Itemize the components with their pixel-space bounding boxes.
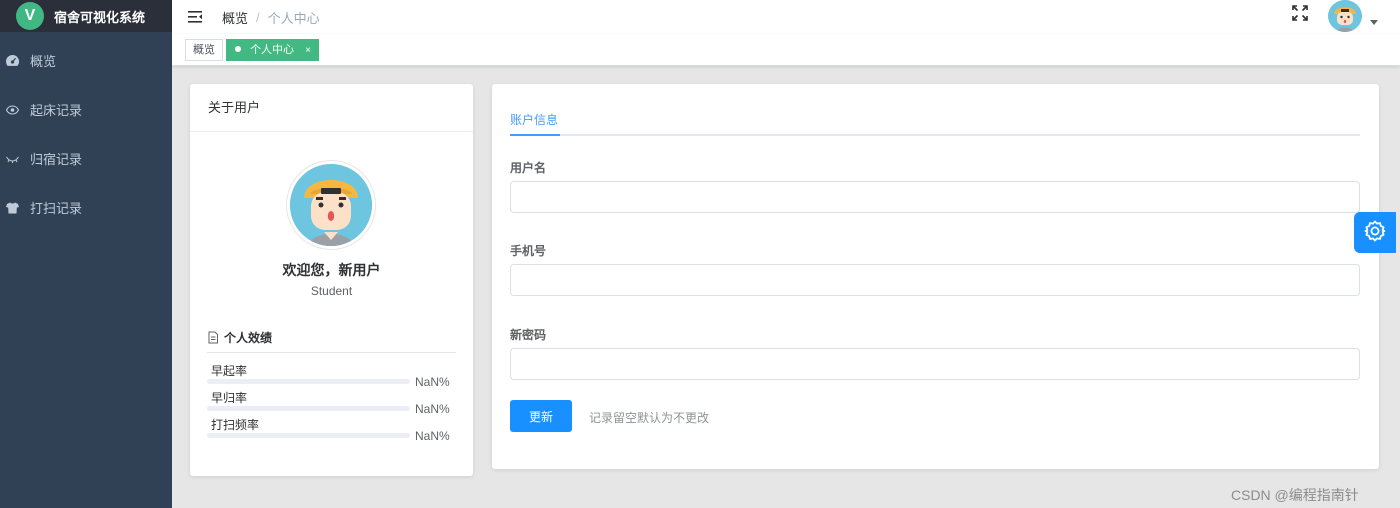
progress-bar (207, 379, 410, 384)
fullscreen-icon[interactable] (1292, 5, 1310, 23)
breadcrumb-item-current: 个人中心 (267, 10, 320, 26)
account-card: 账户信息 用户名 手机号 新密码 更新 记录留空默认为不更改 (492, 84, 1379, 469)
tab-active-bar (510, 134, 560, 136)
tag-profile[interactable]: 个人中心 × (226, 39, 319, 61)
new-password-label: 新密码 (510, 328, 547, 342)
breadcrumb: 概览 / 个人中心 (222, 8, 320, 27)
user-card: 关于用户 欢迎您，新用户 Student 个人效绩 早起率 NaN% 早归率 N… (190, 84, 473, 476)
progress-bar (207, 406, 410, 411)
sidebar: V 宿舍可视化系统 概览 起床记录 归宿记录 打扫记录 (0, 0, 172, 508)
tag-label: 概览 (193, 44, 215, 56)
app-logo[interactable]: V 宿舍可视化系统 (0, 0, 172, 32)
stat-value: NaN% (415, 402, 450, 416)
tag-overview[interactable]: 概览 (185, 39, 223, 61)
shirt-icon (4, 200, 20, 216)
watermark: CSDN @编程指南针 (1231, 487, 1359, 503)
update-button[interactable]: 更新 (510, 400, 572, 432)
welcome-text: 欢迎您，新用户 (282, 262, 381, 278)
breadcrumb-item-overview[interactable]: 概览 (222, 8, 248, 27)
stat-label: 打扫频率 (211, 418, 260, 432)
stat-wakeup-rate: 早起率 NaN% (207, 362, 456, 389)
divider (207, 352, 456, 353)
eye-closed-icon (4, 151, 20, 167)
tab-account-info[interactable]: 账户信息 (510, 111, 558, 136)
performance-title-text: 个人效绩 (224, 331, 273, 345)
chevron-down-icon[interactable] (1370, 20, 1378, 25)
sidebar-item-wakeup[interactable]: 起床记录 (0, 85, 172, 134)
dashboard-icon (4, 53, 20, 69)
stat-value: NaN% (415, 375, 450, 389)
sidebar-item-overview[interactable]: 概览 (0, 36, 172, 85)
document-icon (207, 331, 220, 344)
username-label: 用户名 (510, 161, 547, 175)
new-password-field[interactable] (510, 348, 1360, 380)
gear-icon (1364, 220, 1386, 245)
top-navbar: 概览 / 个人中心 (172, 0, 1400, 34)
stat-cleaning-rate: 打扫频率 NaN% (207, 416, 456, 443)
active-dot-icon (235, 46, 241, 53)
sidebar-item-label: 概览 (30, 54, 57, 69)
sidebar-item-cleaning[interactable]: 打扫记录 (0, 183, 172, 232)
stat-value: NaN% (415, 429, 450, 443)
settings-button[interactable] (1354, 212, 1396, 253)
phone-label: 手机号 (510, 244, 547, 258)
user-role: Student (310, 284, 353, 298)
sidebar-item-return[interactable]: 归宿记录 (0, 134, 172, 183)
close-icon[interactable]: × (305, 45, 311, 56)
phone-field[interactable] (510, 264, 1360, 296)
tags-view: 概览 个人中心 × (172, 34, 1400, 66)
tag-label: 个人中心 (250, 44, 295, 56)
user-avatar[interactable] (1328, 0, 1362, 32)
performance-title: 个人效绩 (207, 329, 272, 346)
logo-icon: V (16, 2, 44, 30)
account-tabs: 账户信息 (510, 111, 1360, 136)
update-hint: 记录留空默认为不更改 (589, 411, 710, 425)
hamburger-icon[interactable] (186, 8, 204, 26)
username-field[interactable] (510, 181, 1360, 213)
eye-icon (4, 102, 20, 118)
user-card-header: 关于用户 (190, 84, 473, 132)
breadcrumb-separator: / (256, 9, 260, 25)
stat-label: 早起率 (211, 364, 248, 378)
stat-return-rate: 早归率 NaN% (207, 389, 456, 416)
app-title: 宿舍可视化系统 (54, 9, 146, 25)
sidebar-item-label: 归宿记录 (30, 152, 83, 167)
profile-avatar (287, 161, 375, 249)
progress-bar (207, 433, 410, 438)
sidebar-item-label: 起床记录 (30, 103, 83, 118)
stat-label: 早归率 (211, 391, 248, 405)
sidebar-item-label: 打扫记录 (30, 201, 83, 216)
